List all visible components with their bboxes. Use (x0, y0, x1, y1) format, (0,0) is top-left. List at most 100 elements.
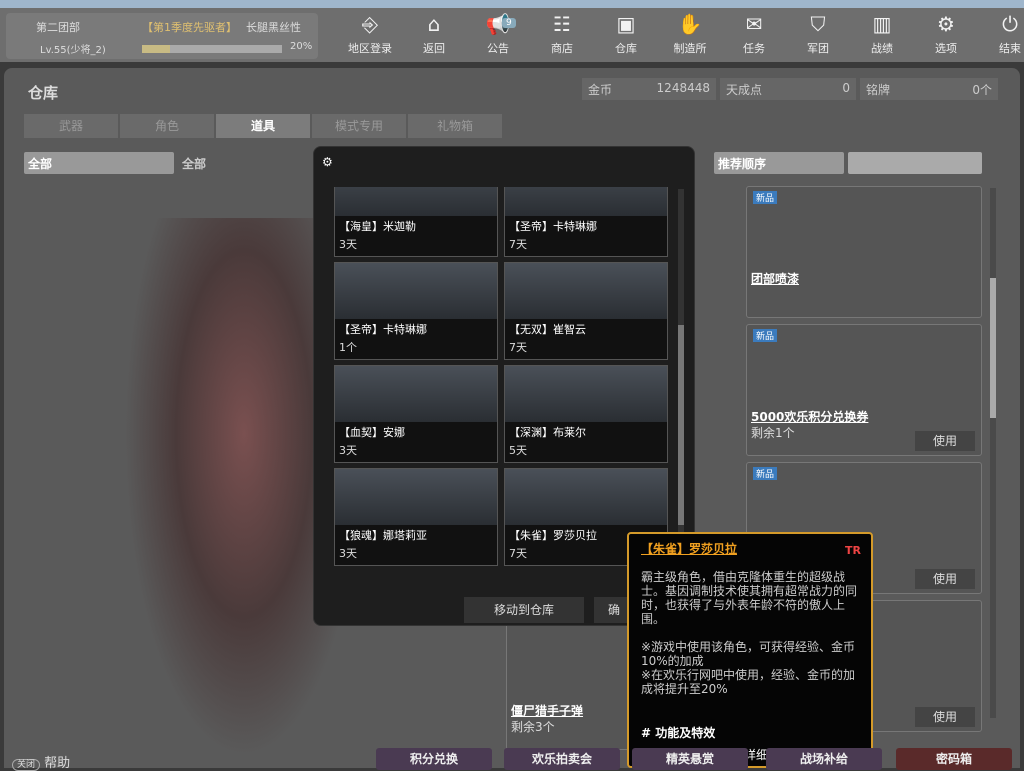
character-item[interactable]: 【圣帝】卡特琳娜 7天 (504, 187, 668, 257)
nav-label: 战绩 (871, 42, 893, 55)
nav-label: 返回 (423, 42, 445, 55)
character-portrait (335, 187, 497, 216)
gold-stat: 金币 1248448 (582, 78, 716, 100)
search-input[interactable] (848, 152, 982, 174)
move-to-warehouse-button[interactable]: 移动到仓库 (464, 597, 584, 623)
character-duration: 1个 (339, 341, 357, 354)
popup-scrollbar[interactable] (678, 189, 684, 569)
bottom-button[interactable]: 密码箱 (896, 748, 1012, 770)
sort-select[interactable]: 推荐顺序 (714, 152, 844, 174)
top-bar: 第二团部 【第1季度先驱者】 长腿黑丝性 Lv.55(少将_2) 20% ⎆ 地区… (0, 8, 1024, 62)
medal-value: 0个 (972, 83, 992, 97)
points-stat: 天成点 0 (720, 78, 856, 100)
tab-items[interactable]: 道具 (216, 114, 310, 138)
item-remaining: 剩余1个 (751, 426, 795, 440)
power-icon: ⏻ (1002, 12, 1018, 36)
player-name: 长腿黑丝性 (246, 21, 301, 34)
use-button[interactable]: 使用 (915, 431, 975, 451)
character-item[interactable]: 【狼魂】娜塔莉亚 3天 (334, 468, 498, 566)
xp-percent: 20% (290, 41, 313, 52)
nav-region-login[interactable]: ⎆ 地区登录 (338, 12, 402, 56)
character-item[interactable]: 【无双】崔智云 7天 (504, 262, 668, 360)
item-name[interactable]: 5000欢乐积分兑换券 (751, 408, 868, 425)
gear-icon: ⚙ (937, 12, 955, 36)
tab-gifts[interactable]: 礼物箱 (408, 114, 502, 138)
character-item[interactable]: 【深渊】布莱尔 5天 (504, 365, 668, 463)
nav-shield[interactable]: ⛉ 军团 (786, 12, 850, 56)
help-key: 关闭 (12, 759, 41, 771)
nav-megaphone[interactable]: 📢 公告 (466, 12, 530, 56)
chart-icon: ▥ (872, 12, 892, 36)
use-button[interactable]: 使用 (915, 569, 975, 589)
nav-bag[interactable]: ▣ 仓库 (594, 12, 658, 56)
character-name: 【无双】崔智云 (509, 323, 586, 336)
nav-craft[interactable]: ✋ 制造所 (658, 12, 722, 56)
home-icon: ⌂ (427, 12, 441, 36)
item-card[interactable]: 新品 团部喷漆 (746, 186, 982, 318)
xp-bar (142, 45, 282, 53)
character-item[interactable]: 【血契】安娜 3天 (334, 365, 498, 463)
window-titlebar (0, 0, 1024, 8)
character-duration: 5天 (509, 444, 527, 457)
help-label: 帮助 (44, 756, 71, 771)
megaphone-icon: 📢 (485, 12, 511, 36)
xp-fill (142, 45, 170, 53)
nav-shop[interactable]: ☷ 商店 (530, 12, 594, 56)
help-link[interactable]: 关闭 帮助 (12, 752, 70, 771)
character-duration: 3天 (339, 547, 357, 560)
steam-icon: ⚙ (322, 155, 333, 169)
category-tabs: 武器 角色 道具 模式专用 礼物箱 (24, 114, 502, 138)
character-item[interactable]: 【圣帝】卡特琳娜 1个 (334, 262, 498, 360)
nav-power[interactable]: ⏻ 结束 (978, 12, 1024, 56)
unit-name: 第二团部 (36, 21, 80, 34)
character-name: 【圣帝】卡特琳娜 (339, 323, 427, 336)
character-portrait (335, 263, 497, 319)
use-button[interactable]: 使用 (915, 707, 975, 727)
nav-label: 商店 (551, 42, 573, 55)
bottom-button[interactable]: 精英悬赏 (632, 748, 748, 770)
nav-label: 仓库 (615, 42, 637, 55)
character-name: 【圣帝】卡特琳娜 (509, 220, 597, 233)
character-item[interactable]: 【海皇】米迦勒 3天 (334, 187, 498, 257)
character-duration: 3天 (339, 444, 357, 457)
popup-item-grid: 【海皇】米迦勒 3天 【圣帝】卡特琳娜 7天 【圣帝】卡特琳娜 1个 【无双】崔智云 7天 【血… (334, 187, 668, 567)
character-portrait (505, 263, 667, 319)
tab-characters[interactable]: 角色 (120, 114, 214, 138)
bottom-button[interactable]: 积分兑换 (376, 748, 492, 770)
new-badge: 新品 (753, 191, 778, 204)
tooltip-tag: TR (845, 544, 861, 557)
tooltip-note-1: ※游戏中使用该角色，可获得经验、金币10%的加成 (641, 640, 856, 668)
tooltip-title: 【朱雀】罗莎贝拉 (641, 542, 738, 556)
filter-select-a[interactable]: 全部 (24, 152, 174, 174)
character-portrait (505, 469, 667, 525)
filter-select-b[interactable]: 全部 (178, 152, 308, 174)
player-level: Lv.55(少将_2) (40, 45, 106, 56)
tab-mode[interactable]: 模式专用 (312, 114, 406, 138)
region-login-icon: ⎆ (362, 12, 378, 36)
nav-chart[interactable]: ▥ 战绩 (850, 12, 914, 56)
list-scrollbar[interactable] (990, 188, 996, 718)
nav-gear[interactable]: ⚙ 选项 (914, 12, 978, 56)
nav-label: 制造所 (673, 42, 707, 55)
craft-icon: ✋ (677, 12, 703, 36)
item-name[interactable]: 僵尸猎手子弹 (511, 702, 583, 719)
bottom-button[interactable]: 战场补给 (766, 748, 882, 770)
character-duration: 3天 (339, 238, 357, 251)
item-card[interactable]: 新品 5000欢乐积分兑换券 剩余1个 使用 (746, 324, 982, 456)
tab-weapons[interactable]: 武器 (24, 114, 118, 138)
gold-label: 金币 (588, 83, 613, 97)
nav-label: 选项 (935, 42, 957, 55)
nav-mission[interactable]: ✉ 任务 (722, 12, 786, 56)
player-title: 【第1季度先驱者】 (142, 21, 237, 34)
nav-label: 任务 (743, 42, 765, 55)
bottom-button[interactable]: 欢乐拍卖会 (504, 748, 620, 770)
points-value: 0 (842, 81, 850, 95)
character-portrait (505, 187, 667, 216)
character-name: 【深渊】布莱尔 (509, 426, 586, 439)
points-label: 天成点 (726, 83, 763, 97)
shop-icon: ☷ (553, 12, 571, 36)
bag-icon: ▣ (616, 12, 636, 36)
nav-home[interactable]: ⌂ 返回 (402, 12, 466, 56)
mission-icon: ✉ (745, 12, 763, 36)
item-name[interactable]: 团部喷漆 (751, 270, 799, 287)
